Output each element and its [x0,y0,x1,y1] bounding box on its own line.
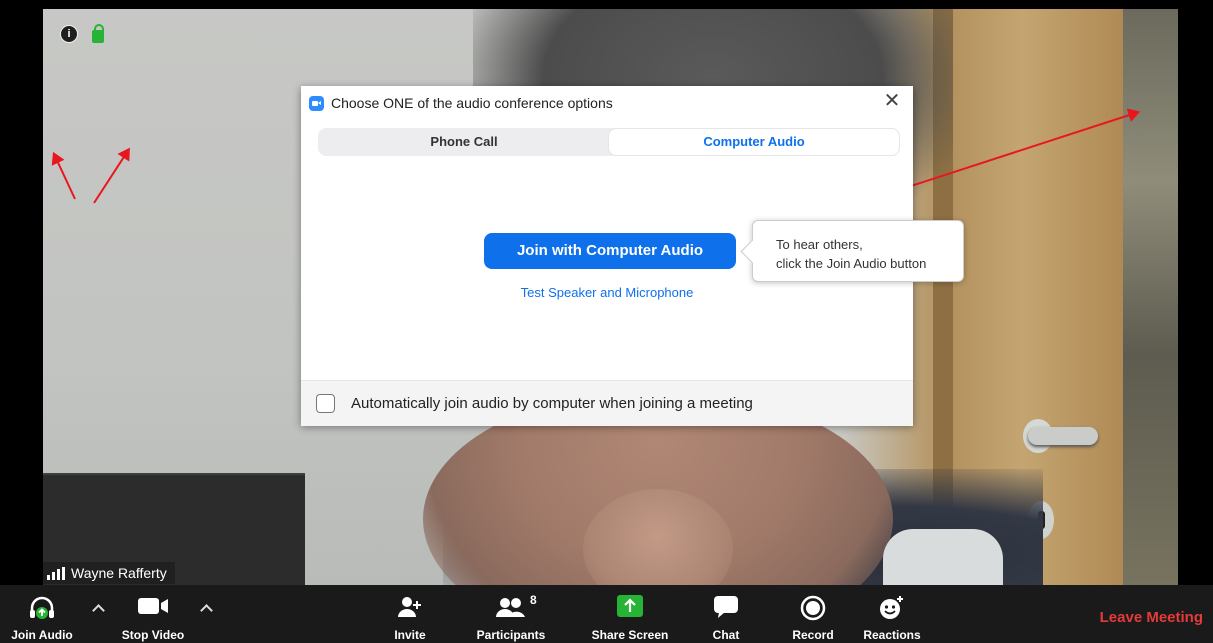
participants-icon [496,598,525,617]
chat-button[interactable]: Chat [700,585,752,643]
audio-tabs: Phone Call Computer Audio [318,128,900,156]
participant-name: Wayne Rafferty [71,565,167,581]
leave-meeting-button[interactable]: Leave Meeting [1100,609,1203,626]
audio-options-caret[interactable] [91,601,105,615]
close-icon[interactable]: ✕ [881,90,903,112]
reactions-icon [880,596,903,619]
video-camera-icon [138,598,168,614]
record-label: Record [792,628,834,642]
participants-label: Participants [476,628,546,642]
zoom-logo-icon [309,95,324,111]
info-icon[interactable]: i [60,25,78,43]
meeting-status-icons: i [60,23,104,43]
meeting-toolbar: Join Audio Stop Video Invite 8 Participa… [0,585,1213,643]
chat-icon [714,596,738,618]
door-handle [1028,427,1098,445]
tab-phone-call[interactable]: Phone Call [319,129,609,155]
reactions-button[interactable]: Reactions [858,585,926,643]
dialog-title: Choose ONE of the audio conference optio… [331,95,613,111]
participant-count: 8 [530,593,537,607]
encryption-lock-icon[interactable] [92,23,104,43]
dialog-footer: Automatically join audio by computer whe… [301,380,913,426]
share-screen-label: Share Screen [591,628,669,642]
video-options-caret[interactable] [199,601,213,615]
add-person-icon [398,597,421,617]
tooltip-line-1: To hear others, [776,237,863,252]
chat-label: Chat [712,628,740,642]
participants-button[interactable]: 8 Participants [470,585,552,643]
tooltip-line-2: click the Join Audio button [776,256,927,271]
stop-video-button[interactable]: Stop Video [110,585,196,643]
stop-video-label: Stop Video [121,628,185,642]
join-audio-button[interactable]: Join Audio [0,585,84,643]
share-screen-button[interactable]: Share Screen [585,585,675,643]
join-audio-label: Join Audio [11,628,73,642]
record-button[interactable]: Record [785,585,841,643]
share-screen-icon [617,595,643,617]
headphones-icon [30,596,54,619]
background-right [1123,9,1178,585]
invite-button[interactable]: Invite [375,585,445,643]
dialog-title-bar: Choose ONE of the audio conference optio… [309,92,613,114]
auto-join-checkbox[interactable] [316,394,335,413]
join-audio-tooltip: To hear others, click the Join Audio but… [752,220,964,282]
join-computer-audio-button[interactable]: Join with Computer Audio [484,233,736,269]
test-speaker-microphone-link[interactable]: Test Speaker and Microphone [301,285,913,300]
invite-label: Invite [394,628,426,642]
participant-name-tag: Wayne Rafferty [43,562,175,584]
record-icon [800,595,826,621]
person-collar [883,529,1003,585]
reactions-label: Reactions [863,628,921,642]
signal-strength-icon [47,566,65,580]
tab-computer-audio[interactable]: Computer Audio [609,129,899,155]
audio-options-dialog: Choose ONE of the audio conference optio… [301,86,964,426]
auto-join-label: Automatically join audio by computer whe… [351,395,753,412]
